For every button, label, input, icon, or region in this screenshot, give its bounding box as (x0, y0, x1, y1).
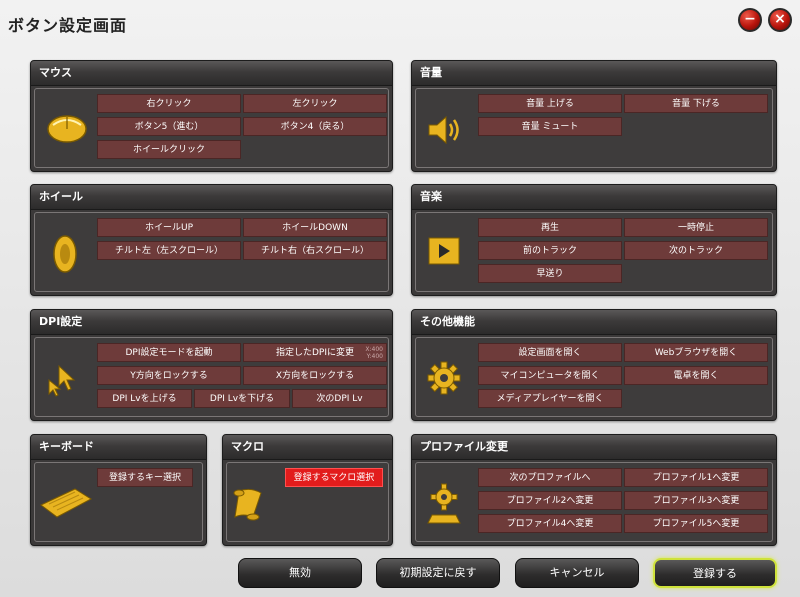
keyboard-button-select-key[interactable]: 登録するキー選択 (97, 468, 193, 487)
minimize-button[interactable]: − (738, 8, 762, 32)
other-button-open-browser[interactable]: Webブラウザを開く (624, 343, 768, 362)
other-button-open-my-computer[interactable]: マイコンピュータを開く (478, 366, 622, 385)
minimize-icon: − (744, 11, 756, 27)
panel-keyboard: キーボード 登録するキー選択 (30, 434, 207, 546)
panel-title-mouse: マウス (31, 61, 392, 86)
music-button-play[interactable]: 再生 (478, 218, 622, 237)
dpi-button-set-dpi[interactable]: 指定したDPIに変更 X:400 Y:400 (243, 343, 387, 362)
cursor-icon (48, 364, 76, 397)
mouse-button-forward[interactable]: ボタン5（進む） (97, 117, 241, 136)
profile-gear-icon (427, 483, 461, 524)
dpi-note-x: X:400 (365, 346, 383, 353)
wheel-button-down[interactable]: ホイールDOWN (243, 218, 387, 237)
other-button-open-settings[interactable]: 設定画面を開く (478, 343, 622, 362)
dpi-button-level-down[interactable]: DPI Lvを下げる (194, 389, 290, 408)
title-bar: ボタン設定画面 − × (0, 0, 800, 48)
register-button[interactable]: 登録する (653, 558, 777, 588)
panel-title-wheel: ホイール (31, 185, 392, 210)
panel-title-keyboard: キーボード (31, 435, 206, 460)
panel-title-macro: マクロ (223, 435, 392, 460)
volume-button-up[interactable]: 音量 上げる (478, 94, 622, 113)
reset-defaults-button[interactable]: 初期設定に戻す (376, 558, 500, 588)
profile-button-5[interactable]: プロファイル5へ変更 (624, 514, 768, 533)
volume-button-down[interactable]: 音量 下げる (624, 94, 768, 113)
other-button-open-calculator[interactable]: 電卓を開く (624, 366, 768, 385)
wheel-button-tilt-right[interactable]: チルト右（右スクロール） (243, 241, 387, 260)
profile-button-2[interactable]: プロファイル2へ変更 (478, 491, 622, 510)
profile-button-1[interactable]: プロファイル1へ変更 (624, 468, 768, 487)
window-title: ボタン設定画面 (8, 16, 128, 35)
dpi-button-level-up[interactable]: DPI Lvを上げる (97, 389, 192, 408)
panel-volume: 音量 音量 上げる 音量 下げる 音量 ミュート (411, 60, 777, 172)
mouse-button-left-click[interactable]: 左クリック (243, 94, 387, 113)
panel-profile: プロファイル変更 次のプロファイルへ プロファイル1へ変更 プロファイル2へ変更… (411, 434, 777, 546)
mouse-button-wheel-click[interactable]: ホイールクリック (97, 140, 241, 159)
panel-title-other: その他機能 (412, 310, 776, 335)
wheel-button-up[interactable]: ホイールUP (97, 218, 241, 237)
mouse-icon (47, 115, 87, 143)
dpi-button-lock-y[interactable]: Y方向をロックする (97, 366, 241, 385)
dpi-note-y: Y:400 (366, 353, 383, 360)
panel-title-music: 音楽 (412, 185, 776, 210)
dpi-note: X:400 Y:400 (365, 346, 383, 360)
music-button-next-track[interactable]: 次のトラック (624, 241, 768, 260)
wheel-button-tilt-left[interactable]: チルト左（左スクロール） (97, 241, 241, 260)
close-icon: × (774, 11, 786, 27)
keyboard-icon (40, 488, 93, 518)
disable-button[interactable]: 無効 (238, 558, 362, 588)
panel-music: 音楽 再生 一時停止 前のトラック 次のトラック 早送り (411, 184, 777, 296)
macro-button-select-macro[interactable]: 登録するマクロ選択 (285, 468, 383, 487)
panel-dpi: DPI設定 DPI設定モードを起動 指定したDPIに変更 X:400 Y:400 … (30, 309, 393, 421)
gear-icon (427, 361, 461, 395)
speaker-icon (428, 115, 459, 145)
dpi-button-next-level[interactable]: 次のDPI Lv (292, 389, 387, 408)
dpi-button-start-mode[interactable]: DPI設定モードを起動 (97, 343, 241, 362)
panel-other: その他機能 設定画面を開く Webブラウザを開く マイコンピュータを開く 電卓を… (411, 309, 777, 421)
profile-button-4[interactable]: プロファイル4へ変更 (478, 514, 622, 533)
scroll-icon (233, 488, 262, 521)
play-icon (428, 237, 460, 265)
music-button-prev-track[interactable]: 前のトラック (478, 241, 622, 260)
mouse-button-back[interactable]: ボタン4（戻る） (243, 117, 387, 136)
cancel-button[interactable]: キャンセル (515, 558, 639, 588)
close-button[interactable]: × (768, 8, 792, 32)
panel-wheel: ホイール ホイールUP ホイールDOWN チルト左（左スクロール） チルト右（右… (30, 184, 393, 296)
profile-button-3[interactable]: プロファイル3へ変更 (624, 491, 768, 510)
dpi-button-lock-x[interactable]: X方向をロックする (243, 366, 387, 385)
volume-button-mute[interactable]: 音量 ミュート (478, 117, 622, 136)
music-button-pause[interactable]: 一時停止 (624, 218, 768, 237)
panel-title-profile: プロファイル変更 (412, 435, 776, 460)
panel-macro: マクロ 登録するマクロ選択 (222, 434, 393, 546)
wheel-icon (53, 235, 77, 273)
profile-button-next[interactable]: 次のプロファイルへ (478, 468, 622, 487)
music-button-fast-forward[interactable]: 早送り (478, 264, 622, 283)
panel-title-dpi: DPI設定 (31, 310, 392, 335)
panel-mouse: マウス 右クリック 左クリック ボタン5（進む） ボタン4（戻る） ホイールクリ… (30, 60, 393, 172)
panel-title-volume: 音量 (412, 61, 776, 86)
mouse-button-right-click[interactable]: 右クリック (97, 94, 241, 113)
other-button-open-media-player[interactable]: メディアプレイヤーを開く (478, 389, 622, 408)
